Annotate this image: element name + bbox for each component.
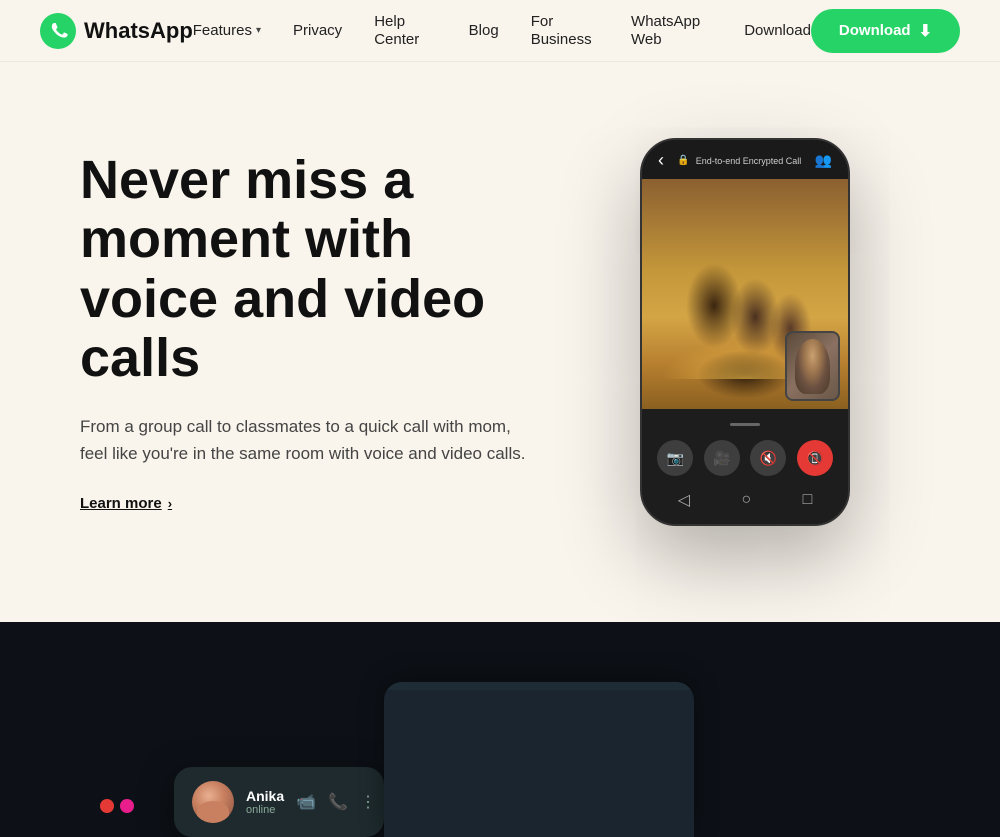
- phone-call-info: 🔒 End-to-end Encrypted Call: [677, 155, 801, 166]
- recents-nav-icon[interactable]: □: [803, 491, 813, 509]
- reaction-dots: [100, 799, 134, 813]
- brand-name: WhatsApp: [84, 18, 193, 44]
- for-business-link[interactable]: For Business: [531, 13, 592, 48]
- lock-icon: 🔒: [677, 155, 689, 166]
- chat-contact-status: online: [246, 804, 284, 816]
- phone-call-icon[interactable]: 📞: [328, 792, 348, 812]
- call-buttons-row: 📷 🎥 🔇 📵: [652, 440, 838, 476]
- video-main: [642, 179, 848, 409]
- download-cta-button[interactable]: Download ⬇: [811, 9, 960, 53]
- learn-more-link[interactable]: Learn more ›: [80, 495, 172, 512]
- nav-links: Features ▾ Privacy Help Center Blog For …: [193, 13, 811, 49]
- nav-item-help[interactable]: Help Center: [374, 13, 436, 49]
- dark-section: Anika online 📹 📞 ⋮: [0, 622, 1000, 837]
- chevron-right-icon: ›: [168, 496, 172, 511]
- chat-info: Anika online: [246, 788, 284, 816]
- video-off-button[interactable]: 🎥: [704, 440, 740, 476]
- reaction-dot-pink: [120, 799, 134, 813]
- chevron-down-icon: ▾: [256, 25, 261, 36]
- download-icon: ⬇: [919, 21, 932, 41]
- chat-contact-name: Anika: [246, 788, 284, 804]
- swipe-indicator: [652, 423, 838, 426]
- phone-status-bar: ‹ 🔒 End-to-end Encrypted Call 👥: [642, 140, 848, 179]
- features-link[interactable]: Features ▾: [193, 22, 261, 39]
- more-options-icon[interactable]: ⋮: [360, 792, 376, 812]
- mute-button[interactable]: 🔇: [750, 440, 786, 476]
- brand-area: WhatsApp: [40, 13, 193, 49]
- pip-person-silhouette: [795, 339, 830, 394]
- phone-controls: 📷 🎥 🔇 📵 ◁ ○ □: [642, 409, 848, 524]
- hero-content: Never miss a moment with voice and video…: [80, 151, 540, 513]
- phone-back-button[interactable]: ‹: [658, 150, 664, 171]
- video-call-icon[interactable]: 📹: [296, 792, 316, 812]
- reaction-dot-red: [100, 799, 114, 813]
- camera-button[interactable]: 📷: [657, 440, 693, 476]
- chat-window-partial: [384, 682, 694, 837]
- chat-window-body: [384, 690, 694, 714]
- phone-mockup: ‹ 🔒 End-to-end Encrypted Call 👥: [640, 138, 850, 526]
- nav-item-blog[interactable]: Blog: [469, 22, 499, 40]
- hero-subtitle: From a group call to classmates to a qui…: [80, 413, 540, 467]
- blog-link[interactable]: Blog: [469, 22, 499, 39]
- privacy-link[interactable]: Privacy: [293, 22, 342, 39]
- avatar-body: [197, 801, 229, 823]
- nav-item-features[interactable]: Features ▾: [193, 22, 261, 39]
- navbar: WhatsApp Features ▾ Privacy Help Center …: [0, 0, 1000, 62]
- navbar-cta-area: Download ⬇: [811, 9, 960, 53]
- chat-notification-card: Anika online 📹 📞 ⋮: [174, 767, 384, 837]
- chat-action-icons: 📹 📞 ⋮: [296, 792, 376, 812]
- nav-item-business[interactable]: For Business: [531, 13, 599, 49]
- nav-item-download[interactable]: Download: [744, 22, 811, 40]
- pip-video: [785, 331, 840, 401]
- end-call-button[interactable]: 📵: [797, 440, 833, 476]
- nav-item-whatsapp-web[interactable]: WhatsApp Web: [631, 13, 712, 49]
- chat-avatar: [192, 781, 234, 823]
- nav-buttons-row: ◁ ○ □: [652, 486, 838, 512]
- back-nav-icon[interactable]: ◁: [678, 490, 690, 510]
- help-center-link[interactable]: Help Center: [374, 13, 419, 48]
- hero-title: Never miss a moment with voice and video…: [80, 151, 540, 389]
- home-nav-icon[interactable]: ○: [741, 491, 751, 509]
- download-nav-link[interactable]: Download: [744, 22, 811, 39]
- phone-video-area: [642, 179, 848, 409]
- hero-section: Never miss a moment with voice and video…: [0, 62, 1000, 622]
- whatsapp-web-link[interactable]: WhatsApp Web: [631, 13, 700, 48]
- swipe-bar: [730, 423, 760, 426]
- whatsapp-logo-icon: [40, 13, 76, 49]
- nav-item-privacy[interactable]: Privacy: [293, 22, 342, 40]
- dark-section-inner: Anika online 📹 📞 ⋮: [80, 682, 920, 837]
- chat-window-header: [384, 682, 694, 690]
- participants-icon: 👥: [815, 152, 832, 169]
- phone-mockup-container: ‹ 🔒 End-to-end Encrypted Call 👥: [640, 138, 860, 526]
